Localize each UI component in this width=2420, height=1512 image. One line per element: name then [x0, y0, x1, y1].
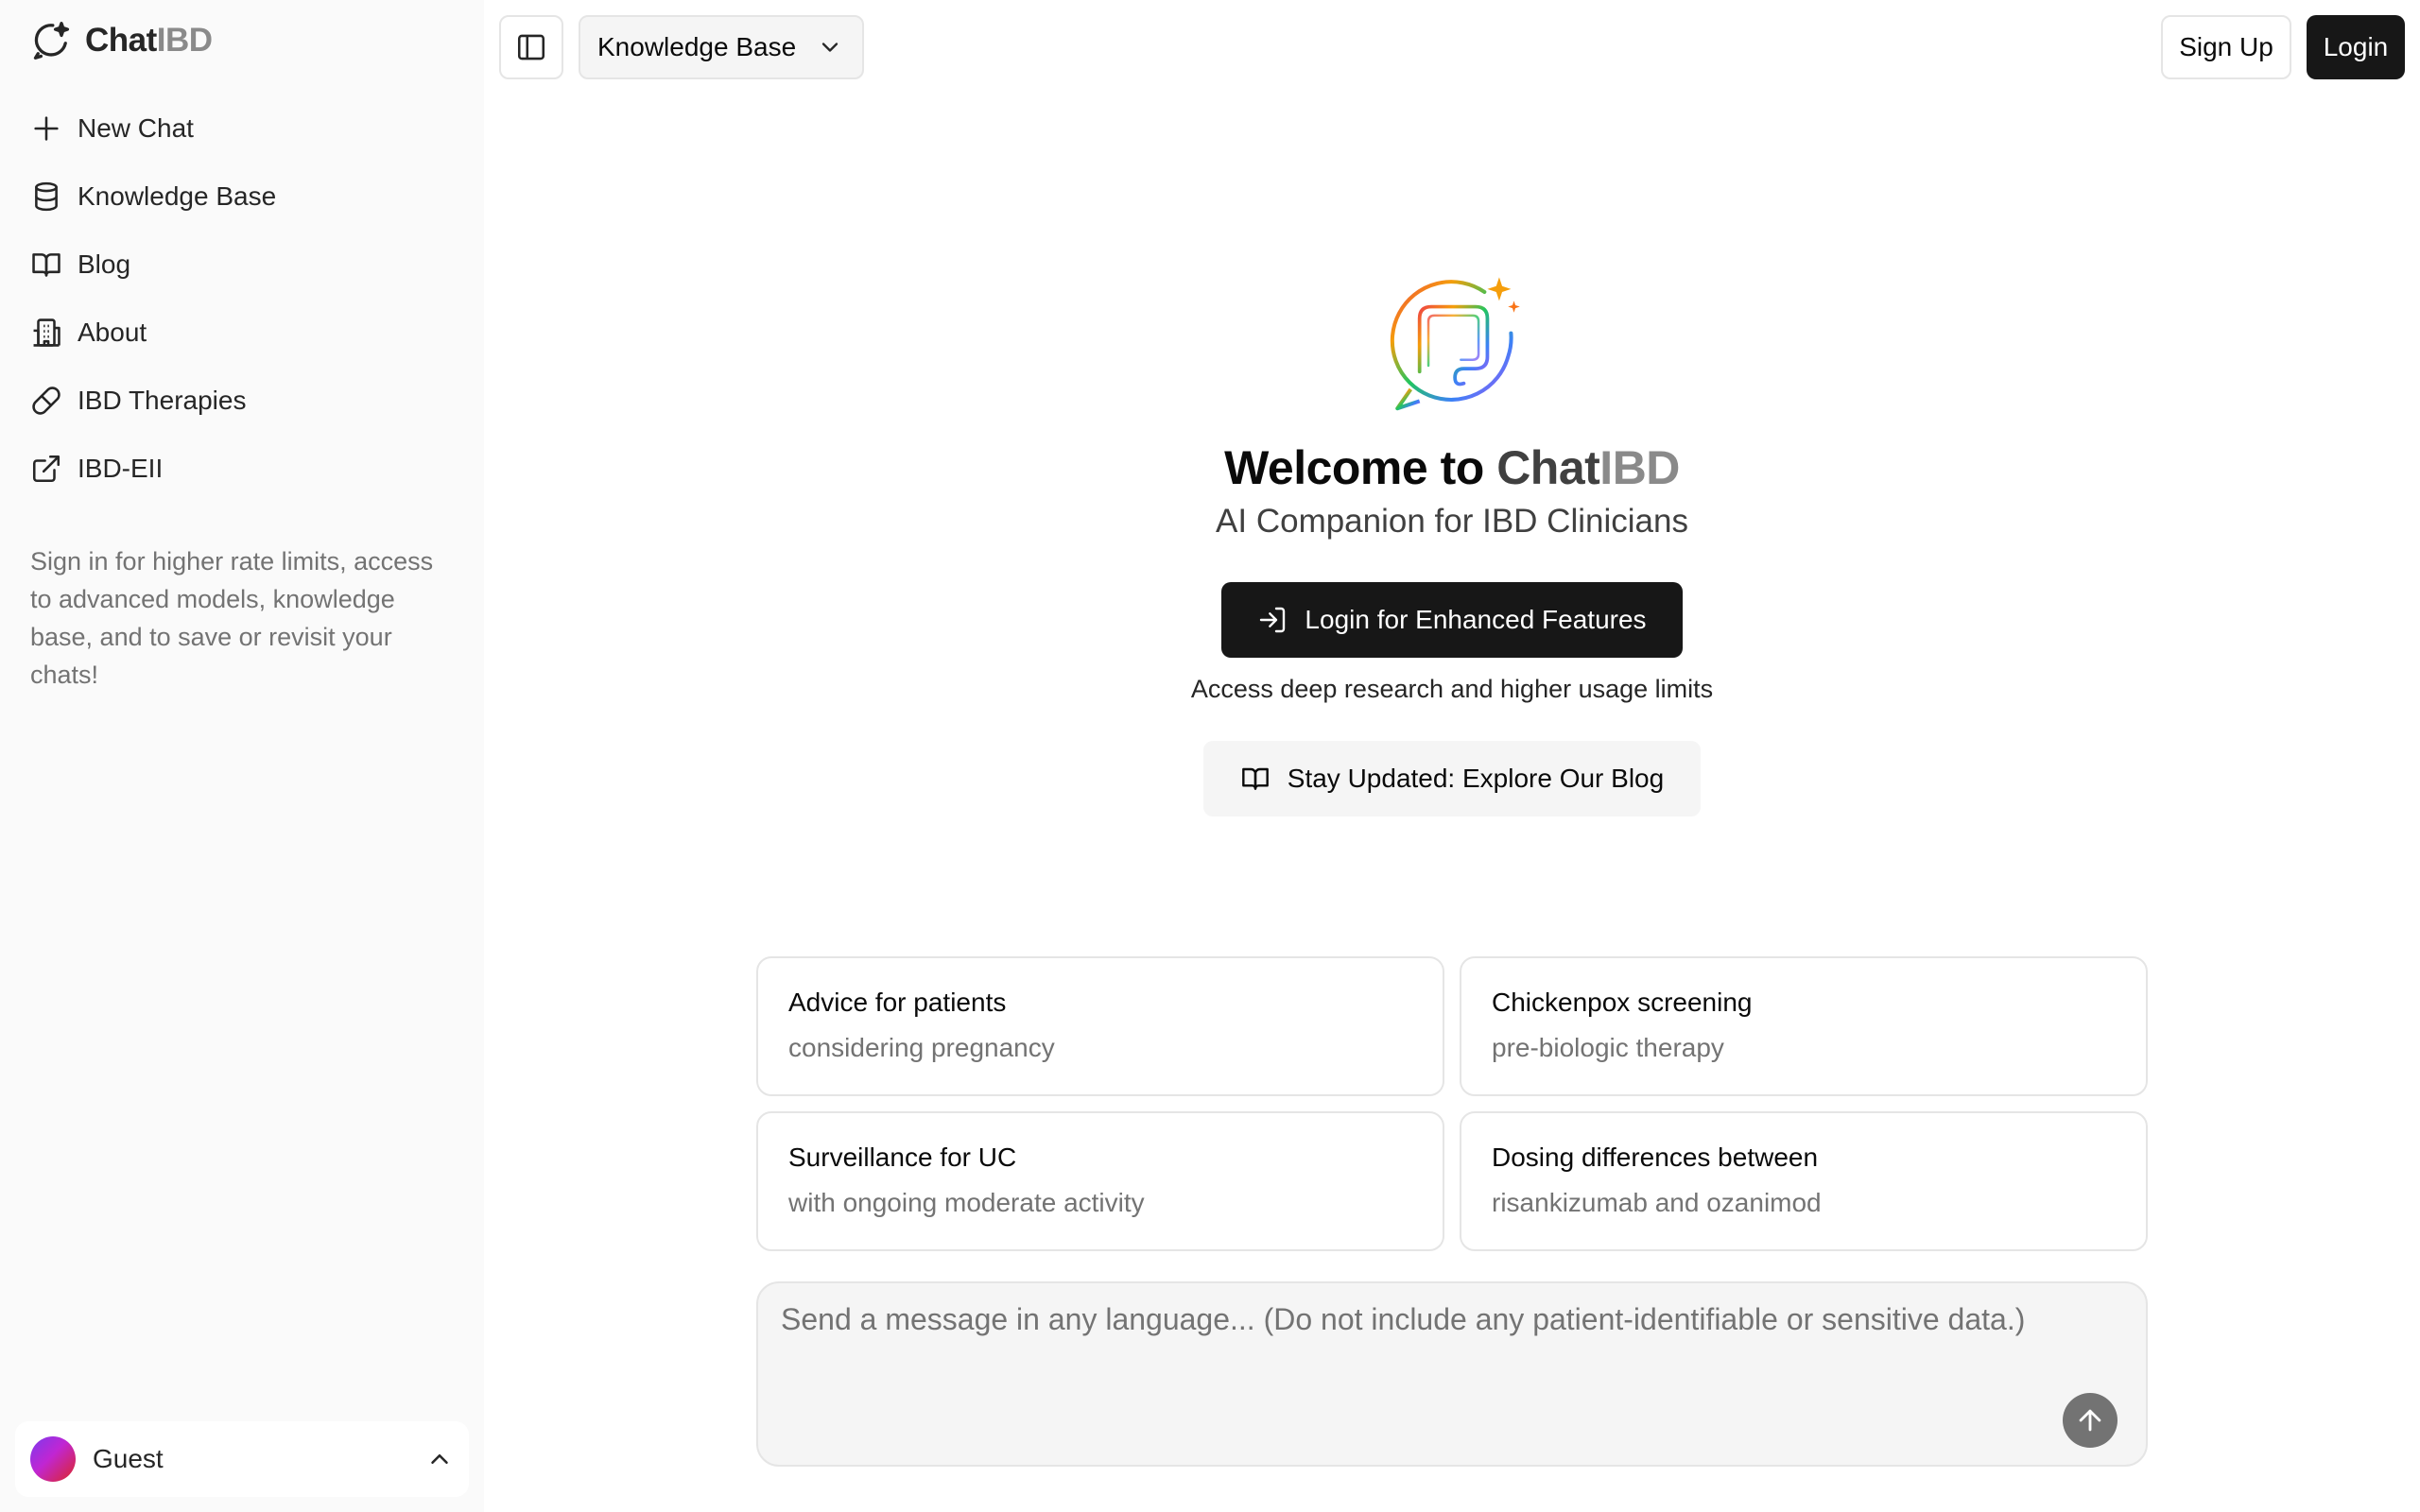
database-icon — [35, 181, 58, 212]
suggestion-card[interactable]: Dosing differences between risankizumab … — [1460, 1111, 2148, 1251]
user-menu-button[interactable]: Guest — [15, 1421, 469, 1497]
message-composer — [756, 1281, 2148, 1467]
sidebar-item-blog[interactable]: Blog — [15, 231, 469, 299]
book-open-icon — [1241, 767, 1269, 790]
book-open-icon — [32, 253, 60, 277]
avatar — [30, 1436, 76, 1482]
suggestion-subtitle: risankizumab and ozanimod — [1492, 1188, 1822, 1217]
page-subtitle: AI Companion for IBD Clinicians — [1216, 503, 1688, 540]
chatibd-colon-logo-icon — [1390, 277, 1520, 411]
suggestion-subtitle: pre-biologic therapy — [1492, 1033, 1724, 1062]
brand-name: ChatIBD — [85, 22, 213, 59]
sidebar-item-label: IBD Therapies — [78, 386, 247, 415]
panel-left-icon — [517, 34, 545, 60]
log-in-icon — [1260, 607, 1286, 633]
explore-blog-button[interactable]: Stay Updated: Explore Our Blog — [1203, 741, 1701, 816]
explore-blog-label: Stay Updated: Explore Our Blog — [1287, 764, 1665, 793]
brand-logo-link[interactable]: ChatIBD — [30, 19, 213, 62]
sidebar-item-label: Knowledge Base — [78, 181, 277, 211]
suggestion-card[interactable]: Surveillance for UC with ongoing moderat… — [756, 1111, 1444, 1251]
sidebar-item-ibd-eii[interactable]: IBD-EII — [15, 435, 469, 503]
suggestion-title: Surveillance for UC — [788, 1143, 1017, 1172]
sidebar-item-label: IBD-EII — [78, 454, 164, 483]
suggestion-title: Dosing differences between — [1492, 1143, 1819, 1172]
suggestion-card[interactable]: Advice for patients considering pregnanc… — [756, 956, 1444, 1096]
login-enhanced-features-label: Login for Enhanced Features — [1305, 605, 1647, 634]
user-name: Guest — [93, 1444, 164, 1473]
building-icon — [33, 318, 60, 347]
suggestion-subtitle: considering pregnancy — [788, 1033, 1055, 1062]
sidebar-item-new-chat[interactable]: New Chat — [15, 94, 469, 163]
sidebar-nav: New Chat Knowledge Base Blog About IBD T… — [15, 94, 469, 503]
signin-note: Sign in for higher rate limits, access t… — [30, 547, 434, 689]
pill-icon — [32, 387, 60, 415]
login-enhanced-features-button[interactable]: Login for Enhanced Features — [1221, 582, 1683, 658]
sidebar-item-knowledge-base[interactable]: Knowledge Base — [15, 163, 469, 231]
page-title: Welcome to ChatIBD — [1224, 441, 1680, 494]
knowledge-base-select[interactable]: Knowledge Base — [579, 15, 864, 79]
sidebar-item-about[interactable]: About — [15, 299, 469, 367]
message-input[interactable] — [781, 1302, 2123, 1397]
sidebar-item-ibd-therapies[interactable]: IBD Therapies — [15, 367, 469, 435]
suggestion-title: Chickenpox screening — [1492, 988, 1753, 1017]
chevron-up-icon — [431, 1454, 448, 1464]
external-link-icon — [32, 455, 60, 483]
arrow-up-icon — [2079, 1409, 2101, 1432]
plus-icon — [34, 116, 59, 141]
suggestion-subtitle: with ongoing moderate activity — [788, 1188, 1145, 1217]
sidebar-item-label: About — [78, 318, 147, 347]
sidebar-toggle-button[interactable] — [499, 15, 563, 79]
access-note: Access deep research and higher usage li… — [1190, 675, 1714, 703]
sidebar-item-label: Blog — [78, 249, 131, 279]
sidebar-item-label: New Chat — [78, 113, 194, 143]
send-button[interactable] — [2063, 1393, 2118, 1448]
knowledge-base-select-label: Knowledge Base — [597, 32, 797, 61]
chat-sparkle-icon — [33, 22, 70, 60]
chevron-down-icon — [821, 43, 838, 52]
login-button[interactable]: Login — [2307, 15, 2405, 79]
sidebar: ChatIBD New Chat Knowledge Base Blog Abo… — [0, 0, 484, 1512]
suggestion-card[interactable]: Chickenpox screening pre-biologic therap… — [1460, 956, 2148, 1096]
sign-up-button[interactable]: Sign Up — [2161, 15, 2291, 79]
suggestion-title: Advice for patients — [788, 988, 1007, 1017]
